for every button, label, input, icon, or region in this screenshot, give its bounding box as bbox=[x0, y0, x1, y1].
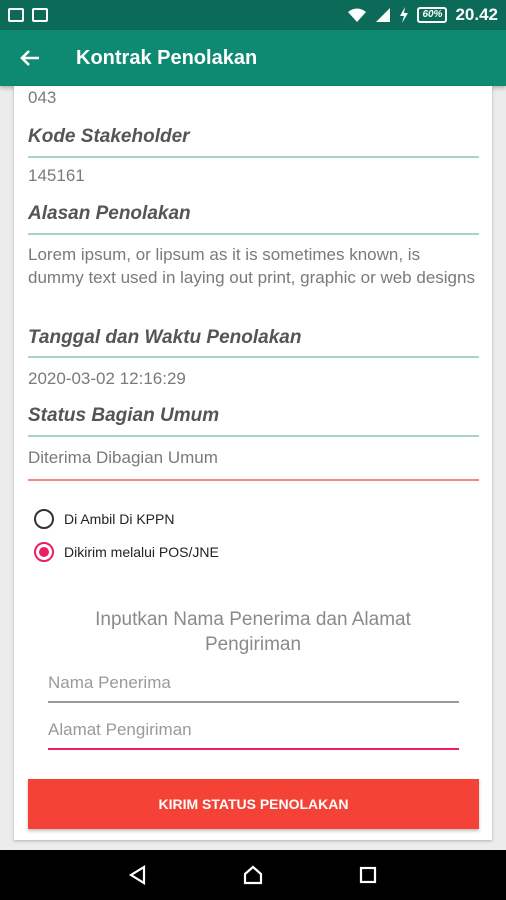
clock: 20.42 bbox=[455, 5, 498, 24]
field-value-tanggal-waktu: 2020-03-02 12:16:29 bbox=[28, 369, 186, 388]
nav-recents-button[interactable] bbox=[348, 855, 388, 895]
field-label-tanggal-waktu: Tanggal dan Waktu Penolakan bbox=[28, 327, 302, 348]
recipient-address-input[interactable] bbox=[48, 720, 459, 750]
radio-label: Dikirim melalui POS/JNE bbox=[64, 544, 219, 560]
radio-option-ambil-kppn[interactable]: Di Ambil Di KPPN bbox=[34, 509, 485, 529]
radio-unchecked-icon[interactable] bbox=[34, 509, 54, 529]
field-label-kode-stakeholder: Kode Stakeholder bbox=[28, 126, 190, 147]
navigation-bar bbox=[0, 850, 506, 900]
radio-label: Di Ambil Di KPPN bbox=[64, 511, 175, 527]
radio-checked-icon[interactable] bbox=[34, 542, 54, 562]
field-value-status-bagian-umum: Diterima Dibagian Umum bbox=[28, 448, 218, 467]
partial-value: 043 bbox=[28, 88, 57, 107]
keyboard-icon bbox=[32, 8, 48, 22]
radio-option-pos-jne[interactable]: Dikirim melalui POS/JNE bbox=[34, 542, 485, 562]
divider bbox=[28, 356, 479, 358]
field-value-kode-stakeholder: 145161 bbox=[28, 166, 85, 185]
app-bar: Kontrak Penolakan bbox=[0, 30, 506, 86]
charging-icon bbox=[400, 7, 409, 23]
nav-home-button[interactable] bbox=[233, 855, 273, 895]
recipient-name-input[interactable] bbox=[48, 673, 459, 703]
field-label-status-bagian-umum: Status Bagian Umum bbox=[28, 405, 220, 426]
battery-indicator: 60% bbox=[417, 7, 448, 23]
divider bbox=[28, 156, 479, 158]
recipient-form-title: Inputkan Nama Penerima dan Alamat Pengir… bbox=[95, 609, 411, 655]
image-icon bbox=[8, 8, 24, 22]
wifi-icon bbox=[348, 8, 367, 22]
field-value-alasan-penolakan: Lorem ipsum, or lipsum as it is sometime… bbox=[28, 245, 475, 287]
nav-back-button[interactable] bbox=[118, 855, 158, 895]
status-bar: 60% 20.42 bbox=[0, 0, 506, 30]
home-icon bbox=[243, 865, 263, 885]
divider bbox=[28, 233, 479, 235]
square-recents-icon bbox=[360, 866, 377, 884]
signal-icon bbox=[376, 8, 391, 22]
arrow-left-icon bbox=[20, 50, 39, 66]
field-label-alasan-penolakan: Alasan Penolakan bbox=[28, 203, 191, 224]
submit-rejection-status-button[interactable]: KIRIM STATUS PENOLAKAN bbox=[28, 779, 479, 829]
triangle-back-icon bbox=[128, 865, 145, 885]
divider bbox=[28, 435, 479, 437]
rejection-detail-card: 043 Kode Stakeholder 145161 Alasan Penol… bbox=[14, 86, 492, 840]
divider-underline bbox=[28, 479, 479, 481]
page-title: Kontrak Penolakan bbox=[76, 46, 258, 69]
back-button[interactable] bbox=[0, 30, 60, 86]
